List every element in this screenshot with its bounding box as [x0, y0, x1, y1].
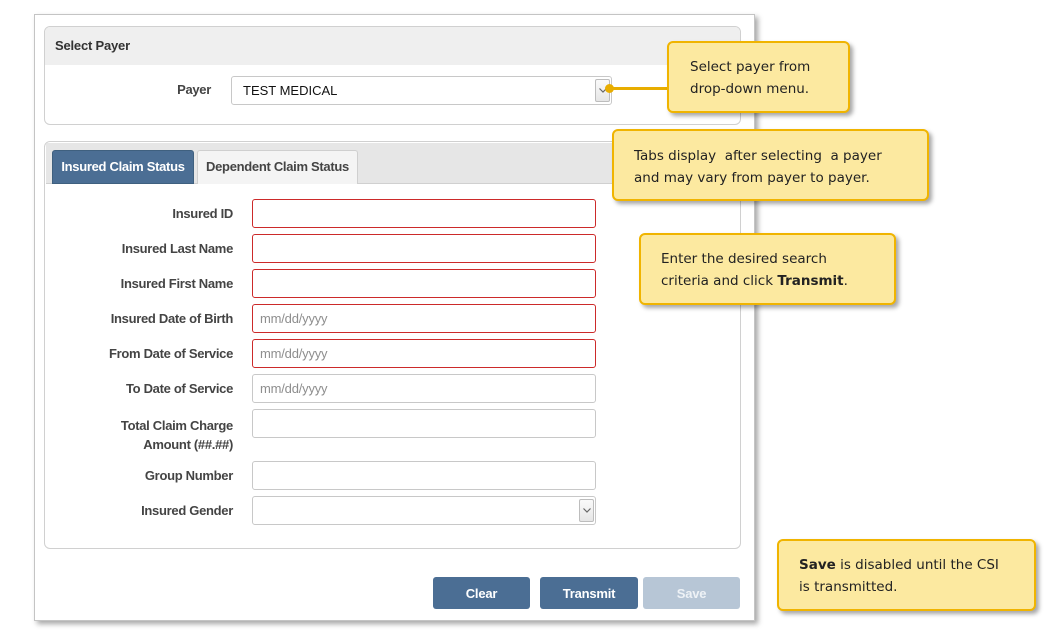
claim-status-window: Select Payer Payer TEST MEDICAL Insured … — [34, 14, 755, 621]
payer-callout: Select payer from drop-down menu. — [667, 41, 850, 113]
tabs-callout-line2: and may vary from payer to payer. — [634, 170, 870, 186]
insured-gender-label: Insured Gender — [141, 503, 233, 518]
save-button: Save — [643, 577, 740, 609]
search-callout-line2-post: . — [843, 273, 848, 289]
from-date-of-service-input[interactable] — [252, 339, 596, 368]
group-number-input[interactable] — [252, 461, 596, 490]
from-date-of-service-label: From Date of Service — [108, 346, 233, 361]
total-claim-charge-label: Total Claim Charge Amount (##.##) — [45, 416, 233, 454]
insured-id-label: Insured ID — [172, 206, 233, 221]
total-claim-charge-label-line1: Total Claim Charge — [120, 418, 233, 433]
save-callout-line2: is transmitted. — [799, 579, 898, 595]
insured-last-name-label: Insured Last Name — [121, 241, 234, 256]
payer-label: Payer — [177, 82, 211, 97]
payer-callout-dot — [605, 84, 614, 93]
insured-first-name-input[interactable] — [252, 269, 596, 298]
select-payer-header: Select Payer — [45, 27, 740, 65]
save-callout-save: Save — [799, 557, 836, 573]
to-date-of-service-label: To Date of Service — [125, 381, 233, 396]
tab-dependent-claim-status[interactable]: Dependent Claim Status — [197, 150, 358, 184]
transmit-button[interactable]: Transmit — [540, 577, 638, 609]
chevron-down-icon[interactable] — [579, 499, 594, 522]
insured-id-input[interactable] — [252, 199, 596, 228]
search-callout-line1: Enter the desired search — [661, 251, 827, 267]
insured-dob-label: Insured Date of Birth — [110, 311, 234, 326]
clear-button[interactable]: Clear — [433, 577, 530, 609]
total-claim-charge-label-line2: Amount (##.##) — [143, 437, 233, 452]
insured-dob-input[interactable] — [252, 304, 596, 333]
payer-callout-line2: drop-down menu. — [690, 81, 810, 97]
save-callout-line1: is disabled until the CSI — [835, 557, 999, 573]
select-payer-panel: Select Payer Payer TEST MEDICAL — [44, 26, 741, 125]
save-callout: Save is disabled until the CSI is transm… — [777, 539, 1036, 611]
to-date-of-service-input[interactable] — [252, 374, 596, 403]
insured-gender-select[interactable] — [252, 496, 596, 525]
payer-select-value: TEST MEDICAL — [243, 83, 338, 98]
payer-callout-leader — [609, 87, 669, 90]
search-callout-line2-pre: criteria and click — [661, 273, 778, 289]
tab-insured-claim-status[interactable]: Insured Claim Status — [52, 150, 194, 184]
tabs-callout: Tabs display after selecting a payer and… — [612, 129, 929, 201]
search-callout-transmit: Transmit — [777, 273, 844, 289]
claim-status-panel: Insured Claim Status Dependent Claim Sta… — [44, 141, 741, 549]
payer-select[interactable]: TEST MEDICAL — [231, 76, 612, 105]
search-callout: Enter the desired search criteria and cl… — [639, 233, 896, 305]
insured-first-name-label: Insured First Name — [120, 276, 234, 291]
insured-last-name-input[interactable] — [252, 234, 596, 263]
payer-callout-line1: Select payer from — [690, 59, 811, 75]
group-number-label: Group Number — [144, 468, 233, 483]
tabs-callout-line1: Tabs display after selecting a payer — [634, 148, 882, 164]
total-claim-charge-input[interactable] — [252, 409, 596, 438]
